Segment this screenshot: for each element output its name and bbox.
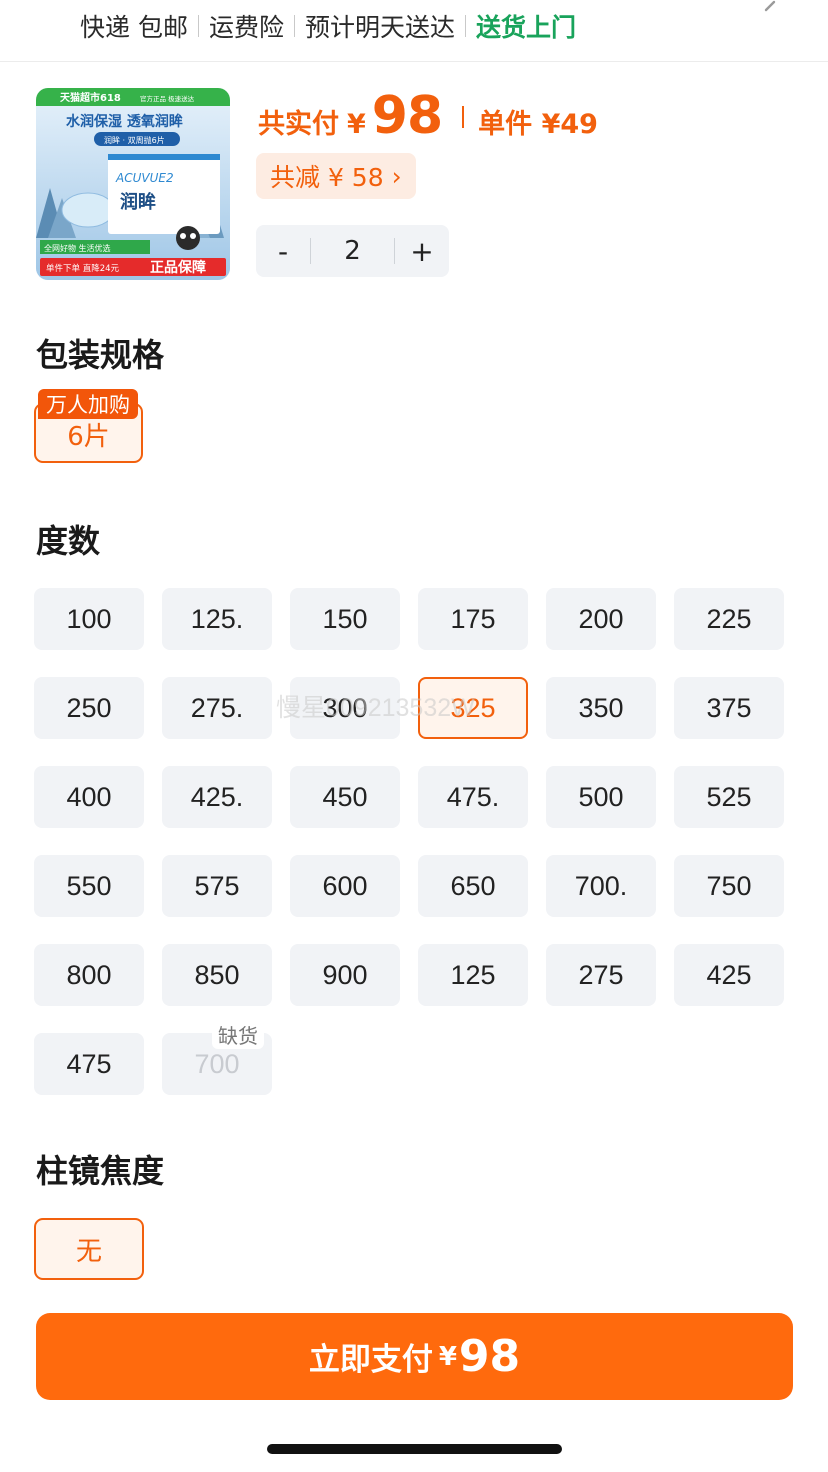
degree-option[interactable]: 650 <box>418 855 528 917</box>
degree-option[interactable]: 425 <box>674 944 784 1006</box>
degree-option[interactable]: 850 <box>162 944 272 1006</box>
thumb-banner-tail: 官方正品 极速送达 <box>140 94 195 103</box>
degree-option[interactable]: 325 <box>418 677 528 739</box>
increment-button[interactable]: + <box>395 235 449 268</box>
degree-option[interactable]: 300 <box>290 677 400 739</box>
degree-option[interactable]: 575 <box>162 855 272 917</box>
pay-label: 立即支付 <box>308 1342 433 1378</box>
shipping-tag: 运费险 <box>208 13 284 42</box>
degree-option[interactable]: 250 <box>34 677 144 739</box>
degree-option[interactable]: 525 <box>674 766 784 828</box>
package-section-title: 包装规格 <box>36 336 165 374</box>
thumb-headline: 水润保湿 透氧润眸 <box>66 113 183 130</box>
discount-label: 共减 ¥ 58 <box>270 163 384 192</box>
quantity-value[interactable]: 2 <box>311 236 394 266</box>
degree-option[interactable]: 275 <box>546 944 656 1006</box>
price-summary: 共实付 ¥ 98 单件 ¥49 <box>258 86 598 148</box>
degree-option[interactable]: 150 <box>290 588 400 650</box>
divider <box>197 15 199 37</box>
thumb-banner-text: 天猫超市618 <box>60 91 121 104</box>
discount-detail-button[interactable]: 共减 ¥ 58 › <box>256 153 416 199</box>
cylinder-option-label: 无 <box>75 1236 102 1267</box>
degree-option[interactable]: 700. <box>546 855 656 917</box>
thumb-box-name: 润眸 <box>120 191 156 213</box>
degree-option[interactable]: 350 <box>546 677 656 739</box>
shipping-tag-highlight: 送货上门 <box>475 13 576 42</box>
quantity-stepper[interactable]: - 2 + <box>256 225 449 277</box>
chevron-right-icon[interactable] <box>762 0 784 20</box>
product-thumbnail: 天猫超市618 官方正品 极速送达 水润保湿 透氧润眸 润眸 · 双周抛6片 A… <box>36 88 230 280</box>
thumb-promo-1: 全网好物 生活优选 <box>44 243 111 253</box>
degree-option[interactable]: 375 <box>674 677 784 739</box>
pay-amount: 98 <box>458 1331 521 1382</box>
thumb-brand: ACUVUE2 <box>115 171 174 185</box>
degree-option[interactable]: 175 <box>418 588 528 650</box>
decrement-button[interactable]: - <box>256 235 310 268</box>
degree-option[interactable]: 475. <box>418 766 528 828</box>
degree-option[interactable]: 400 <box>34 766 144 828</box>
degree-option[interactable]: 600 <box>290 855 400 917</box>
sku-selector-page: 快递 包邮 运费险 预计明天送达 送货上门 天猫超市618 官方正品 极速送达 <box>0 0 828 1472</box>
popular-badge: 万人加购 <box>38 389 138 419</box>
shipping-tags: 快递 包邮 运费险 预计明天送达 送货上门 <box>80 6 576 46</box>
shipping-tag: 快递 包邮 <box>80 13 188 42</box>
cylinder-section-title: 柱镜焦度 <box>36 1152 165 1190</box>
degree-option[interactable]: 475 <box>34 1033 144 1095</box>
degree-option[interactable]: 450 <box>290 766 400 828</box>
degree-option[interactable]: 900 <box>290 944 400 1006</box>
degree-option[interactable]: 800 <box>34 944 144 1006</box>
divider <box>462 106 465 128</box>
thumb-promo-badge: 正品保障 <box>150 259 206 276</box>
degree-option[interactable]: 125 <box>418 944 528 1006</box>
degree-option[interactable]: 200 <box>546 588 656 650</box>
cylinder-option[interactable]: 无 <box>34 1218 144 1280</box>
shipping-tag: 预计明天送达 <box>304 13 455 42</box>
currency-symbol: ¥ <box>347 109 366 140</box>
degree-option[interactable]: 425. <box>162 766 272 828</box>
degree-option[interactable]: 125. <box>162 588 272 650</box>
package-option-label: 6片 <box>67 421 110 452</box>
chevron-right-icon: › <box>391 161 402 191</box>
degree-option[interactable]: 225 <box>674 588 784 650</box>
divider <box>464 15 466 37</box>
degree-option[interactable]: 100 <box>34 588 144 650</box>
unit-price: 单件 ¥49 <box>478 109 598 140</box>
shipping-info-row[interactable]: 快递 包邮 运费险 预计明天送达 送货上门 <box>0 0 828 62</box>
out-of-stock-tag: 缺货 <box>212 1019 264 1049</box>
total-price: 98 <box>371 86 443 146</box>
thumb-promo-2: 单件下单 直降24元 <box>46 263 120 274</box>
pay-currency: ¥ <box>438 1341 457 1372</box>
degree-option[interactable]: 275. <box>162 677 272 739</box>
thumb-subline: 润眸 · 双周抛6片 <box>104 135 165 145</box>
degree-option[interactable]: 500 <box>546 766 656 828</box>
divider <box>293 15 295 37</box>
degree-option[interactable]: 550 <box>34 855 144 917</box>
home-indicator <box>267 1444 562 1454</box>
pay-now-button[interactable]: 立即支付 ¥ 98 <box>36 1313 793 1400</box>
degree-section-title: 度数 <box>36 522 101 560</box>
total-label: 共实付 <box>258 109 339 140</box>
degree-option[interactable]: 750 <box>674 855 784 917</box>
